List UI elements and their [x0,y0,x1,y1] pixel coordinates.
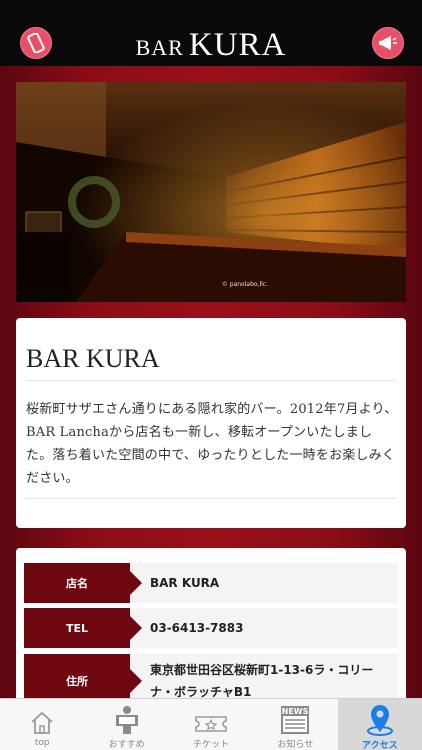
tab-label-recommend: おすすめ [108,740,145,750]
tab-label-top: top [34,738,50,748]
recommend-icon [115,706,138,734]
intro-card: BAR KURA 桜新町サザエさん通りにある隠れ家的バー。2012年7月より、B… [16,318,406,528]
tab-news[interactable]: NEWS お知らせ [253,699,337,750]
photo-credit: © panolabo,llc. [221,281,268,288]
detail-row-name: 店名 BAR KURA [24,563,398,603]
ticket-icon [195,716,227,732]
home-icon [31,711,53,734]
hero-photo: © panolabo,llc. [16,82,406,302]
tab-label-news: お知らせ [277,740,314,750]
app-title-prefix: BAR [135,35,184,60]
tab-recommend[interactable]: おすすめ [84,699,168,750]
tab-top[interactable]: top [0,699,84,750]
detail-value-tel[interactable]: 03-6413-7883 [150,617,243,639]
detail-label-tel: TEL [24,608,142,648]
intro-divider-top [26,380,396,381]
details-card: 店名 BAR KURA TEL 03-6413-7883 住所 東京都世田谷区桜… [16,548,406,718]
app-title: BAR KURA [0,27,422,64]
megaphone-button[interactable] [372,27,404,59]
intro-text: 桜新町サザエさん通りにある隠れ家的バー。2012年7月より、BAR Lancha… [26,402,398,486]
detail-value-name: BAR KURA [150,576,220,590]
tab-ticket[interactable]: チケット [169,699,253,750]
svg-text:NEWS: NEWS [282,707,309,716]
map-pin-icon [366,705,393,736]
megaphone-icon [379,36,397,50]
detail-value-address: 東京都世田谷区桜新町1-13-6ラ・コリーナ・ボラッチャB1 [150,663,374,699]
tab-access[interactable]: アクセス [337,699,422,750]
app-header: BAR KURA [0,0,422,66]
tab-label-ticket: チケット [193,740,230,750]
app-title-main: KURA [188,27,287,63]
detail-label-name: 店名 [24,563,142,603]
news-icon: NEWS [281,706,310,734]
intro-title: BAR KURA [26,344,160,373]
tab-bar: top おすすめ チケット NEWS お知らせ アクセス [0,698,422,750]
tab-label-access: アクセス [362,741,398,750]
detail-row-tel: TEL 03-6413-7883 [24,608,398,648]
intro-divider-bottom [26,498,396,499]
